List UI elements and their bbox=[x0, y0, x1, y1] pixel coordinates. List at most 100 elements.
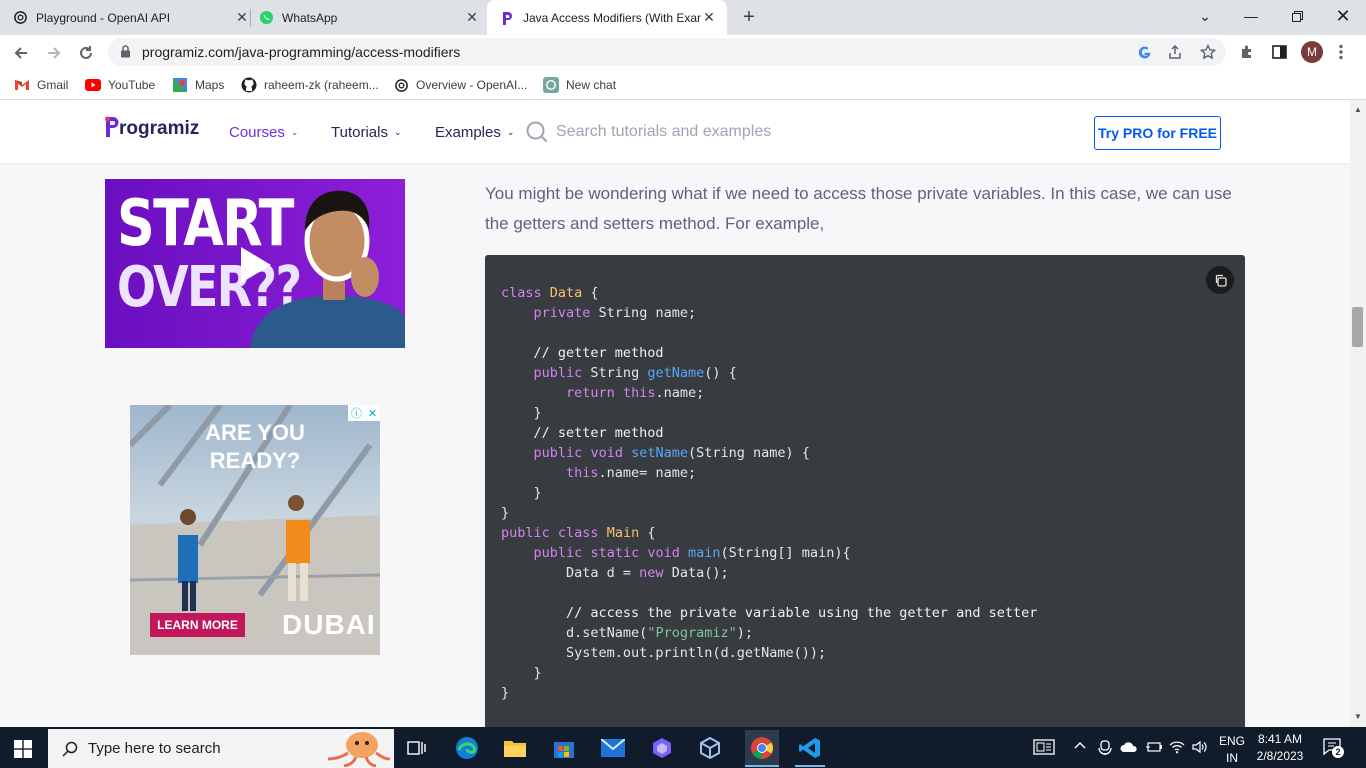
bookmark-gmail[interactable]: Gmail bbox=[14, 76, 68, 94]
reload-button[interactable] bbox=[73, 40, 99, 66]
tab-search-icon[interactable]: ⌄ bbox=[1182, 0, 1228, 32]
microsoft-store-icon[interactable] bbox=[549, 733, 579, 763]
menu-kebab-icon[interactable] bbox=[1331, 42, 1351, 62]
close-tab-icon[interactable]: ✕ bbox=[464, 9, 480, 26]
code-line: } bbox=[501, 685, 510, 701]
code-line: d.setName("Programiz"); bbox=[501, 625, 753, 641]
openai-icon bbox=[393, 77, 409, 93]
search-input[interactable] bbox=[556, 120, 856, 144]
code-line: ​ bbox=[501, 583, 1037, 603]
github-icon bbox=[241, 77, 257, 93]
search-icon bbox=[62, 741, 78, 757]
bookmark-github[interactable]: raheem-zk (raheem... bbox=[241, 76, 379, 94]
tab-openai-playground[interactable]: Playground - OpenAI API ✕ bbox=[12, 0, 250, 35]
code-line: return this.name; bbox=[566, 385, 705, 401]
whatsapp-icon bbox=[258, 10, 274, 26]
battery-charging-icon[interactable] bbox=[1145, 741, 1162, 753]
task-view-icon[interactable] bbox=[402, 733, 432, 763]
youtube-icon bbox=[85, 77, 101, 93]
site-header: rogramiz Courses⌄ Tutorials⌄ Examples⌄ T… bbox=[0, 100, 1350, 163]
copy-icon bbox=[1215, 274, 1227, 287]
close-tab-icon[interactable]: ✕ bbox=[701, 9, 717, 26]
bookmark-youtube[interactable]: YouTube bbox=[85, 76, 155, 94]
share-icon[interactable] bbox=[1166, 43, 1184, 61]
scrollbar-thumb[interactable] bbox=[1352, 307, 1363, 347]
wifi-icon[interactable] bbox=[1169, 740, 1185, 754]
web-page: rogramiz Courses⌄ Tutorials⌄ Examples⌄ T… bbox=[0, 100, 1350, 727]
article-paragraph: You might be wondering what if we need t… bbox=[485, 184, 1232, 233]
copilot-icon[interactable] bbox=[647, 733, 677, 763]
bookmark-maps[interactable]: Maps bbox=[172, 76, 224, 94]
code-line: public class Main { bbox=[501, 525, 656, 541]
bookmark-star-icon[interactable] bbox=[1199, 43, 1217, 61]
tab-whatsapp[interactable]: WhatsApp ✕ bbox=[258, 0, 480, 35]
code-line: } bbox=[501, 665, 542, 681]
address-bar[interactable]: programiz.com/java-programming/access-mo… bbox=[108, 38, 1226, 66]
page-scrollbar[interactable]: ▲ ▼ bbox=[1350, 100, 1366, 727]
programiz-icon bbox=[499, 10, 515, 26]
code-block: class Data { private String name; ​ // ge… bbox=[485, 255, 1245, 727]
meet-now-icon[interactable] bbox=[1098, 740, 1112, 755]
file-explorer-icon[interactable] bbox=[500, 733, 530, 763]
bookmark-openai-overview[interactable]: Overview - OpenAI... bbox=[393, 76, 527, 94]
vscode-icon[interactable] bbox=[795, 733, 825, 763]
close-tab-icon[interactable]: ✕ bbox=[234, 9, 250, 26]
onedrive-icon[interactable] bbox=[1120, 742, 1138, 753]
nav-tutorials[interactable]: Tutorials ⌄ bbox=[331, 124, 402, 141]
new-tab-button[interactable]: + bbox=[738, 6, 760, 28]
gmail-icon bbox=[14, 77, 30, 93]
close-window-button[interactable]: ✕ bbox=[1320, 0, 1366, 32]
mail-icon[interactable] bbox=[598, 733, 628, 763]
programiz-logo-icon bbox=[105, 116, 119, 137]
code-line: ​ bbox=[501, 323, 1037, 343]
code-line: public static void main(String[] main){ bbox=[533, 545, 851, 561]
maps-icon bbox=[172, 77, 188, 93]
minimize-button[interactable]: — bbox=[1228, 0, 1274, 32]
code-line: // access the private variable using the… bbox=[566, 605, 1038, 621]
restore-button[interactable] bbox=[1274, 0, 1320, 32]
search-icon[interactable] bbox=[526, 121, 548, 143]
lock-icon[interactable] bbox=[120, 45, 131, 58]
google-translate-icon[interactable] bbox=[1135, 43, 1153, 61]
programiz-logo[interactable]: rogramiz bbox=[104, 116, 199, 138]
nav-courses[interactable]: Courses ⌄ bbox=[229, 124, 298, 141]
learn-more-button[interactable]: LEARN MORE bbox=[150, 613, 245, 637]
code-line: } bbox=[501, 505, 510, 521]
taskbar-clock[interactable]: 8:41 AM 2/8/2023 bbox=[1254, 731, 1306, 765]
code-line: } bbox=[501, 485, 542, 501]
code-line: private String name; bbox=[533, 305, 697, 321]
chrome-icon[interactable] bbox=[745, 730, 779, 766]
code-line: } bbox=[501, 405, 542, 421]
input-language[interactable]: ENG IN bbox=[1219, 733, 1245, 767]
close-ad-icon[interactable]: ✕ bbox=[368, 407, 377, 420]
virtualbox-icon[interactable] bbox=[695, 733, 725, 763]
edge-icon[interactable] bbox=[452, 733, 482, 763]
nav-examples[interactable]: Examples ⌄ bbox=[435, 124, 514, 141]
youtube-banner-ad[interactable]: START OVER?? bbox=[105, 179, 405, 348]
scroll-down-arrow-icon[interactable]: ▼ bbox=[1354, 712, 1362, 721]
windows-start-icon[interactable] bbox=[14, 740, 32, 758]
volume-icon[interactable] bbox=[1192, 740, 1208, 754]
play-icon bbox=[241, 247, 271, 283]
code-line: // setter method bbox=[533, 425, 664, 441]
show-hidden-icons-chevron-icon[interactable] bbox=[1074, 741, 1086, 749]
back-button[interactable] bbox=[8, 40, 34, 66]
tab-java-access-modifiers[interactable]: Java Access Modifiers (With Exan ✕ bbox=[487, 0, 727, 35]
tab-strip: Playground - OpenAI API ✕ WhatsApp ✕ Jav… bbox=[0, 0, 1366, 35]
forward-button[interactable] bbox=[41, 40, 67, 66]
code-line: public String getName() { bbox=[533, 365, 737, 381]
notifications-icon[interactable]: 2 bbox=[1323, 737, 1344, 758]
extensions-icon[interactable] bbox=[1237, 42, 1257, 62]
side-panel-icon[interactable] bbox=[1269, 42, 1289, 62]
dubai-logo: DUBAI bbox=[282, 609, 376, 640]
news-widget-icon[interactable] bbox=[1033, 739, 1055, 755]
dubai-ad[interactable]: ⓘ ✕ ARE YOU READY? LEARN MORE DUBAI bbox=[130, 405, 380, 655]
bookmark-new-chat[interactable]: New chat bbox=[543, 76, 616, 94]
try-pro-button[interactable]: Try PRO for FREE bbox=[1094, 116, 1221, 150]
code-line: System.out.println(d.getName()); bbox=[501, 645, 827, 661]
scroll-up-arrow-icon[interactable]: ▲ bbox=[1354, 105, 1362, 114]
ad-headline: ARE YOU READY? bbox=[205, 420, 305, 473]
taskbar-search-box[interactable]: Type here to search bbox=[48, 729, 394, 768]
copy-code-button[interactable] bbox=[1206, 266, 1234, 294]
profile-avatar[interactable]: M bbox=[1301, 41, 1323, 63]
